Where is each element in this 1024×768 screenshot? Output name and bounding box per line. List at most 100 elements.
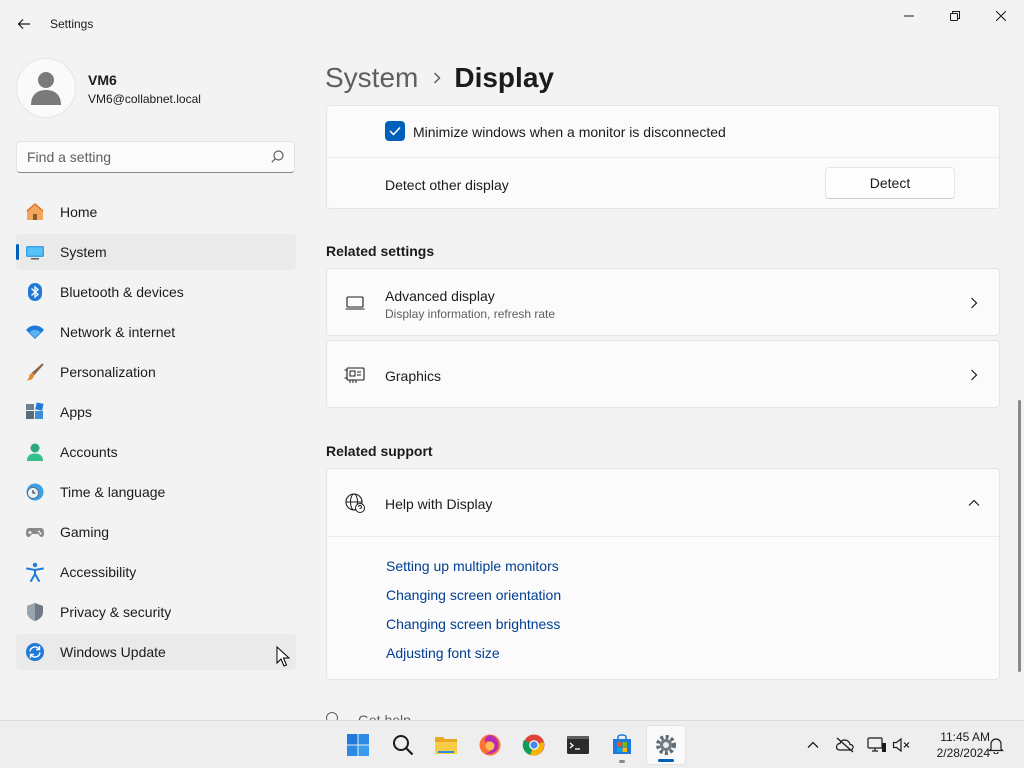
store-icon	[613, 734, 631, 754]
checkmark-icon	[389, 126, 401, 136]
gamepad-icon	[25, 522, 45, 542]
mouse-cursor-icon	[276, 646, 290, 667]
chevron-up-icon[interactable]	[967, 496, 981, 510]
user-profile[interactable]: VM6 VM6@collabnet.local	[16, 58, 306, 118]
onedrive-tray[interactable]	[835, 735, 855, 755]
sidebar-item-label: Privacy & security	[60, 604, 172, 620]
settings-button[interactable]	[646, 725, 686, 765]
terminal-icon	[567, 736, 589, 754]
help-with-display-header[interactable]: Help with Display	[327, 469, 999, 537]
minimize-icon	[904, 15, 914, 17]
brush-icon	[25, 362, 45, 382]
network-tray[interactable]	[867, 735, 887, 755]
sidebar-item-windows-update[interactable]: Windows Update	[16, 634, 296, 670]
sidebar-item-time-language[interactable]: Time & language	[16, 474, 296, 510]
sidebar-nav: Home System Bluetooth & devices Network …	[16, 194, 296, 674]
sidebar-item-accounts[interactable]: Accounts	[16, 434, 296, 470]
taskbar-search-button[interactable]	[383, 725, 423, 765]
advanced-display-label: Advanced display	[385, 288, 495, 304]
selection-indicator	[16, 244, 19, 260]
sidebar-item-accessibility[interactable]: Accessibility	[16, 554, 296, 590]
sidebar-item-gaming[interactable]: Gaming	[16, 514, 296, 550]
avatar	[16, 58, 76, 118]
page-title: Display	[454, 62, 554, 93]
system-clock[interactable]: 11:45 AM 2/28/2024	[920, 729, 990, 761]
clock-date: 2/28/2024	[936, 746, 990, 760]
bell-icon	[988, 738, 1004, 754]
wifi-icon	[25, 322, 45, 342]
store-button[interactable]	[602, 725, 642, 765]
detect-button[interactable]: Detect	[825, 167, 955, 199]
chrome-icon	[522, 734, 545, 756]
sidebar-item-label: Home	[60, 204, 98, 220]
chevron-right-icon	[967, 368, 981, 382]
sidebar-item-label: Network & internet	[60, 324, 176, 340]
breadcrumb-parent[interactable]: System	[325, 62, 418, 94]
sidebar-item-label: Time & language	[60, 484, 166, 500]
help-link-screen-orientation[interactable]: Changing screen orientation	[386, 587, 561, 603]
file-explorer-button[interactable]	[426, 725, 466, 765]
related-settings-heading: Related settings	[326, 243, 435, 259]
clock-time: 11:45 AM	[940, 730, 990, 744]
sidebar-item-personalization[interactable]: Personalization	[16, 354, 296, 390]
maximize-button[interactable]	[932, 0, 978, 32]
sidebar-item-label: Accounts	[60, 444, 118, 460]
minimize-windows-checkbox[interactable]	[385, 121, 405, 141]
monitor-icon	[344, 292, 366, 314]
show-hidden-icons-button[interactable]	[803, 735, 823, 755]
restore-icon	[950, 11, 960, 21]
minimize-windows-label: Minimize windows when a monitor is disco…	[413, 124, 726, 140]
chevron-right-icon	[432, 72, 442, 84]
graphics-label: Graphics	[385, 368, 442, 384]
clock-globe-icon	[25, 482, 45, 502]
search-input[interactable]	[27, 148, 262, 166]
title-bar: Settings	[0, 0, 1024, 48]
profile-email: VM6@collabnet.local	[88, 92, 201, 106]
multiple-displays-card: Minimize windows when a monitor is disco…	[326, 105, 1000, 209]
home-icon	[25, 202, 45, 222]
graphics-card-icon	[344, 364, 366, 386]
minimize-button[interactable]	[886, 0, 932, 32]
sidebar-item-label: System	[60, 244, 107, 260]
sidebar-item-privacy-security[interactable]: Privacy & security	[16, 594, 296, 630]
close-button[interactable]	[978, 0, 1024, 32]
firefox-icon	[479, 734, 501, 756]
scrollbar-thumb[interactable]	[1018, 400, 1021, 672]
help-link-font-size[interactable]: Adjusting font size	[386, 645, 500, 661]
advanced-display-description: Display information, refresh rate	[385, 307, 556, 321]
graphics-row[interactable]: Graphics	[326, 340, 1000, 408]
advanced-display-row[interactable]: Advanced display Display information, re…	[326, 268, 1000, 336]
sidebar-item-apps[interactable]: Apps	[16, 394, 296, 430]
search-box[interactable]	[16, 141, 295, 173]
minimize-windows-row: Minimize windows when a monitor is disco…	[327, 106, 999, 158]
firefox-button[interactable]	[470, 725, 510, 765]
shield-icon	[25, 602, 45, 622]
notifications-button[interactable]	[986, 735, 1006, 755]
sidebar-item-label: Apps	[60, 404, 92, 420]
system-icon	[25, 242, 45, 262]
bluetooth-icon	[25, 282, 45, 302]
sidebar-item-system[interactable]: System	[16, 234, 296, 270]
taskbar: 11:45 AM 2/28/2024	[0, 720, 1024, 768]
terminal-button[interactable]	[558, 725, 598, 765]
detect-display-row: Detect other display Detect	[327, 158, 999, 210]
sidebar-item-home[interactable]: Home	[16, 194, 296, 230]
search-icon	[393, 735, 414, 756]
start-icon	[347, 734, 369, 756]
back-arrow-icon	[17, 19, 30, 29]
network-icon	[867, 737, 886, 752]
close-icon	[996, 11, 1006, 21]
cloud-offline-icon	[835, 737, 854, 753]
back-button[interactable]	[10, 10, 38, 38]
help-link-multiple-monitors[interactable]: Setting up multiple monitors	[386, 558, 559, 574]
sidebar-item-bluetooth[interactable]: Bluetooth & devices	[16, 274, 296, 310]
help-link-screen-brightness[interactable]: Changing screen brightness	[386, 616, 560, 632]
start-button[interactable]	[338, 725, 378, 765]
chrome-button[interactable]	[514, 725, 554, 765]
sidebar-item-network[interactable]: Network & internet	[16, 314, 296, 350]
detect-display-label: Detect other display	[385, 177, 509, 193]
search-icon[interactable]	[271, 150, 284, 166]
volume-tray[interactable]	[892, 735, 912, 755]
breadcrumb: System Display	[325, 58, 554, 98]
apps-icon	[25, 402, 45, 422]
